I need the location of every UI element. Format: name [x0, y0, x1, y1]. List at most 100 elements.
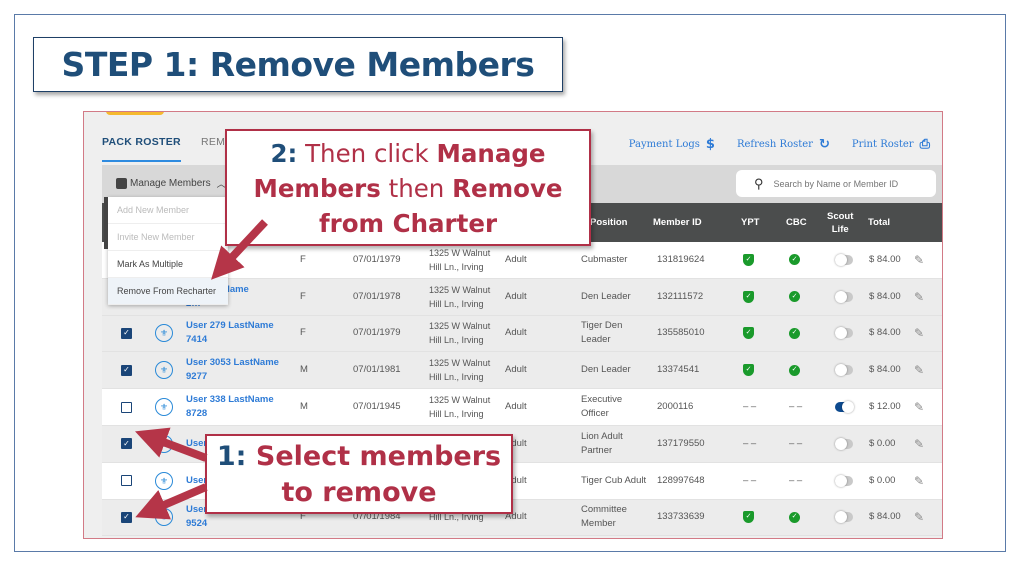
- address-line1: 1325 W Walnut: [429, 321, 491, 332]
- cbc-check-icon: ✓: [789, 364, 800, 376]
- refresh-icon: ↻: [818, 137, 830, 152]
- step2-bold-manage: Manage: [436, 139, 546, 168]
- scout-avatar-icon: ⚜: [155, 471, 173, 490]
- cbc-empty: – –: [789, 401, 803, 413]
- search-box: ⚲: [736, 170, 936, 197]
- col-ypt: YPT: [741, 217, 760, 228]
- scout-avatar-icon: ⚜: [155, 361, 173, 380]
- step2-text-then: then: [380, 174, 453, 203]
- scout-life-toggle[interactable]: [835, 401, 854, 414]
- ypt-shield-check-icon: ✓: [743, 364, 754, 377]
- scout-life-toggle[interactable]: [835, 437, 853, 450]
- slide-title: STEP 1: Remove Members: [61, 45, 535, 84]
- member-name-suffix[interactable]: 7414: [186, 333, 207, 347]
- gender: F: [300, 327, 306, 339]
- cbc-check-icon: ✓: [789, 254, 800, 266]
- total-amount: $ 84.00: [869, 290, 901, 302]
- step1-text: Select members: [246, 441, 502, 472]
- step1-number: 1:: [216, 441, 247, 472]
- active-tab-indicator: [106, 112, 164, 115]
- payment-logs-label: Payment Logs: [628, 139, 700, 150]
- row-checkbox[interactable]: ✓: [121, 364, 132, 376]
- address-line2: Hill Ln., Irving: [429, 409, 484, 420]
- edit-pencil-icon[interactable]: ✎: [914, 290, 924, 304]
- edit-pencil-icon[interactable]: ✎: [914, 510, 924, 524]
- total-amount: $ 84.00: [869, 364, 901, 376]
- scout-life-toggle[interactable]: [835, 474, 853, 487]
- row-checkbox[interactable]: [121, 401, 132, 413]
- callout-step-1: 1: Select members to remove: [205, 434, 513, 514]
- member-name-suffix[interactable]: 9524: [186, 517, 207, 531]
- date-of-birth: 07/01/1945: [353, 401, 401, 413]
- member-name-link[interactable]: User 3053 LastName: [186, 356, 279, 370]
- row-checkbox[interactable]: ✓: [121, 438, 132, 450]
- edit-pencil-icon[interactable]: ✎: [914, 400, 924, 414]
- position-line1: Committee: [581, 504, 627, 516]
- menu-invite-new-member[interactable]: Invite New Member: [108, 224, 228, 251]
- menu-mark-as-multiple[interactable]: Mark As Multiple: [108, 251, 228, 278]
- col-position: Position: [590, 203, 627, 242]
- ypt-shield-check-icon: ✓: [743, 327, 754, 340]
- ypt-empty: – –: [743, 437, 757, 449]
- print-roster-link[interactable]: Print Roster ⎙: [852, 137, 930, 152]
- row-checkbox[interactable]: ✓: [121, 511, 132, 523]
- address-line2: Hill Ln., Irving: [429, 335, 484, 346]
- member-name-suffix[interactable]: 8728: [186, 407, 207, 421]
- col-position-label: Position: [590, 217, 628, 228]
- refresh-roster-link[interactable]: Refresh Roster ↻: [737, 137, 830, 152]
- member-name-link[interactable]: User 279 LastName: [186, 319, 274, 333]
- edit-pencil-icon[interactable]: ✎: [914, 474, 924, 488]
- edit-pencil-icon[interactable]: ✎: [914, 363, 924, 377]
- position-line2: Partner: [581, 444, 613, 456]
- gender: M: [300, 364, 308, 376]
- tab-pack-roster[interactable]: PACK ROSTER: [102, 136, 181, 162]
- total-amount: $ 84.00: [869, 511, 901, 523]
- menu-add-new-member[interactable]: Add New Member: [108, 197, 228, 224]
- position-line1: Lion Adult: [581, 430, 623, 442]
- dollar-icon: $: [705, 137, 715, 152]
- scout-life-toggle[interactable]: [835, 364, 853, 377]
- row-checkbox[interactable]: ✓: [121, 327, 132, 339]
- step2-text: Then click: [297, 139, 437, 168]
- total-amount: $ 0.00: [869, 437, 896, 449]
- roster-tabs: PACK ROSTER REM: [102, 136, 225, 162]
- step2-bold-remove: Remove: [452, 174, 563, 203]
- edit-pencil-icon[interactable]: ✎: [914, 437, 924, 451]
- scout-life-toggle[interactable]: [835, 327, 853, 340]
- scout-life-toggle[interactable]: [835, 290, 853, 303]
- scout-avatar-icon: ⚜: [155, 508, 173, 527]
- step2-number: 2:: [270, 139, 298, 168]
- ypt-empty: – –: [743, 474, 757, 486]
- edit-pencil-icon[interactable]: ✎: [914, 326, 924, 340]
- gender: M: [300, 401, 308, 413]
- cbc-check-icon: ✓: [789, 291, 800, 303]
- cbc-check-icon: ✓: [789, 327, 800, 339]
- member-name-suffix[interactable]: 9277: [186, 370, 207, 384]
- scout-life-toggle[interactable]: [835, 511, 853, 524]
- col-scout-life: Scout Life: [827, 203, 853, 242]
- scout-life-toggle[interactable]: [835, 253, 853, 266]
- member-id: 128997648: [657, 474, 705, 486]
- address-line2: Hill Ln., Irving: [429, 372, 484, 383]
- position-line1: Tiger Den: [581, 320, 623, 332]
- tab-remove[interactable]: REM: [201, 136, 225, 162]
- table-row: …NameF07/01/19791325 W WalnutHill Ln., I…: [102, 242, 942, 279]
- step1-text-line2: to remove: [281, 477, 437, 508]
- menu-remove-from-recharter[interactable]: Remove From Recharter: [108, 278, 228, 305]
- search-input[interactable]: [773, 178, 924, 189]
- address-line2: Hill Ln., Irving: [429, 298, 484, 309]
- manage-members-button[interactable]: Manage Members ︿: [116, 177, 226, 190]
- member-type: Adult: [505, 253, 527, 265]
- row-checkbox[interactable]: [121, 475, 132, 487]
- edit-pencil-icon[interactable]: ✎: [914, 253, 924, 267]
- member-type: Adult: [505, 327, 527, 339]
- address-line1: 1325 W Walnut: [429, 247, 491, 258]
- member-id: 137179550: [657, 437, 705, 449]
- payment-logs-link[interactable]: Payment Logs $: [629, 137, 715, 152]
- col-cbc: CBC: [786, 217, 807, 228]
- manage-members-menu: Add New Member Invite New Member Mark As…: [104, 197, 228, 305]
- member-name-link[interactable]: User 338 LastName: [186, 393, 274, 407]
- cbc-empty: – –: [789, 474, 803, 486]
- col-member-id: Member ID: [653, 217, 702, 228]
- scout-avatar-icon: ⚜: [155, 324, 173, 343]
